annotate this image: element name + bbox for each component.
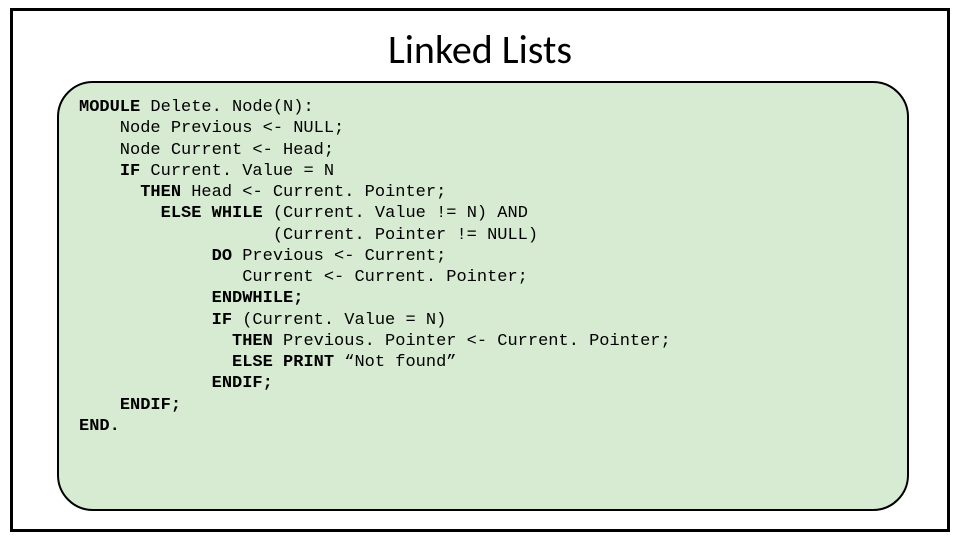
code-text xyxy=(79,289,212,308)
code-text xyxy=(79,374,212,393)
slide-frame: Linked Lists MODULE Delete. Node(N): Nod… xyxy=(10,8,950,532)
keyword-endif: ENDIF; xyxy=(212,374,273,393)
code-text: “Not found” xyxy=(334,353,456,372)
keyword-while: WHILE xyxy=(212,204,263,223)
code-text xyxy=(79,332,232,351)
code-text xyxy=(79,353,232,372)
keyword-then: THEN xyxy=(232,332,273,351)
pseudocode-block: MODULE Delete. Node(N): Node Previous <-… xyxy=(79,97,907,437)
code-text xyxy=(79,311,212,330)
code-text: (Current. Value = N) xyxy=(232,311,446,330)
keyword-else: ELSE xyxy=(232,353,273,372)
code-text: Delete. Node(N): xyxy=(140,98,313,117)
keyword-end: END. xyxy=(79,417,120,436)
code-text xyxy=(79,396,120,415)
keyword-endwhile: ENDWHILE; xyxy=(212,289,304,308)
code-text: Node Current <- Head; xyxy=(79,141,334,160)
keyword-endif: ENDIF; xyxy=(120,396,181,415)
keyword-if: IF xyxy=(120,162,140,181)
code-text xyxy=(79,247,212,266)
code-text: (Current. Pointer != NULL) xyxy=(79,226,538,245)
code-text xyxy=(79,183,140,202)
code-text xyxy=(79,204,161,223)
code-text: Current. Value = N xyxy=(140,162,334,181)
keyword-if: IF xyxy=(212,311,232,330)
code-text xyxy=(79,162,120,181)
code-text: Current <- Current. Pointer; xyxy=(79,268,528,287)
code-text: (Current. Value != N) AND xyxy=(263,204,528,223)
slide-title: Linked Lists xyxy=(13,25,947,74)
code-text: Node Previous <- NULL; xyxy=(79,119,344,138)
keyword-print: PRINT xyxy=(283,353,334,372)
code-text: Head <- Current. Pointer; xyxy=(181,183,446,202)
code-panel: MODULE Delete. Node(N): Node Previous <-… xyxy=(57,81,909,511)
code-text: Previous. Pointer <- Current. Pointer; xyxy=(273,332,671,351)
code-text: Previous <- Current; xyxy=(232,247,446,266)
code-text xyxy=(273,353,283,372)
keyword-else: ELSE xyxy=(161,204,202,223)
keyword-then: THEN xyxy=(140,183,181,202)
keyword-do: DO xyxy=(212,247,232,266)
code-text xyxy=(201,204,211,223)
keyword-module: MODULE xyxy=(79,98,140,117)
